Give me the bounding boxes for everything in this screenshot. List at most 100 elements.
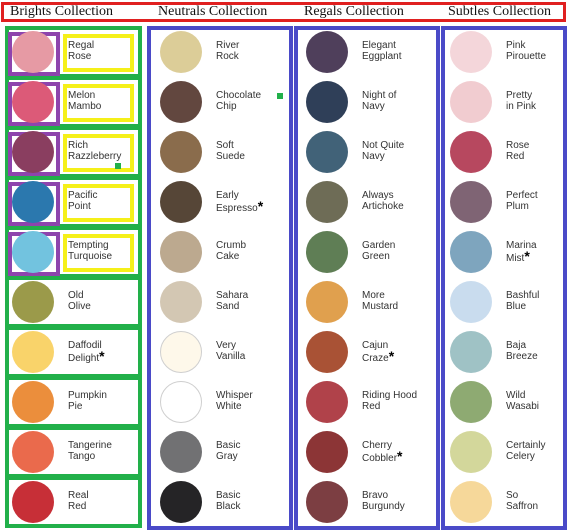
- green-marker: [277, 93, 283, 99]
- color-swatch-item: Night of Navy: [304, 78, 434, 128]
- color-swatch-item: Elegant Eggplant: [304, 28, 434, 78]
- color-name: Melon Mambo: [68, 90, 102, 112]
- color-name: Pacific Point: [68, 190, 98, 212]
- very-vanilla-swatch: [160, 331, 202, 373]
- color-swatch-item: Whisper White: [158, 378, 288, 428]
- color-swatch-item: Always Artichoke: [304, 178, 434, 228]
- garden-green-swatch: [306, 231, 348, 273]
- asterisk-icon: *: [388, 348, 395, 364]
- color-name: Riding Hood Red: [362, 390, 418, 412]
- color-swatch-item: Certainly Celery: [448, 428, 573, 478]
- bashful-blue-swatch: [450, 281, 492, 323]
- color-swatch-item: Melon Mambo: [10, 78, 140, 128]
- neutrals-title: Neutrals Collection: [158, 4, 268, 19]
- color-swatch-item: Baja Breeze: [448, 328, 573, 378]
- not-quite-navy-swatch: [306, 131, 348, 173]
- color-name: More Mustard: [362, 290, 399, 312]
- elegant-eggplant-swatch: [306, 31, 348, 73]
- color-swatch-item: Tangerine Tango: [10, 428, 140, 478]
- marina-mist-swatch: [450, 231, 492, 273]
- basic-black-swatch: [160, 481, 202, 523]
- so-saffron-swatch: [450, 481, 492, 523]
- tempting-turquoise-swatch: [12, 231, 54, 273]
- green-marker: [115, 163, 121, 169]
- color-name: Old Olive: [68, 290, 91, 312]
- cherry-cobbler-swatch: [306, 431, 348, 473]
- color-name: Rose Red: [506, 140, 530, 162]
- color-name: Garden Green: [362, 240, 396, 262]
- tangerine-tango-swatch: [12, 431, 54, 473]
- color-swatch-item: Basic Black: [158, 478, 288, 528]
- color-name: Elegant Eggplant: [362, 40, 402, 62]
- color-name: Soft Suede: [216, 140, 245, 162]
- color-swatch-item: Wild Wasabi: [448, 378, 573, 428]
- color-swatch-item: So Saffron: [448, 478, 573, 528]
- asterisk-icon: *: [524, 248, 530, 264]
- color-name: Crumb Cake: [216, 240, 247, 262]
- daffodil-delight-swatch: [12, 331, 54, 373]
- more-mustard-swatch: [306, 281, 348, 323]
- wild-wasabi-swatch: [450, 381, 492, 423]
- color-name: Pumpkin Pie: [68, 390, 107, 412]
- color-name: River Rock: [216, 40, 240, 62]
- color-name: Cherry Cobbler*: [362, 440, 403, 464]
- color-swatch-item: Old Olive: [10, 278, 140, 328]
- river-rock-swatch: [160, 31, 202, 73]
- night-of-navy-swatch: [306, 81, 348, 123]
- color-name: Chocolate Chip: [216, 90, 262, 112]
- color-name: Rich Razzleberry: [68, 140, 122, 162]
- color-name: Marina Mist*: [506, 240, 537, 264]
- color-swatch-item: Cherry Cobbler*: [304, 428, 434, 478]
- color-swatch-item: Rich Razzleberry: [10, 128, 140, 178]
- color-swatch-item: Pacific Point: [10, 178, 140, 228]
- color-name: Pretty in Pink: [506, 90, 537, 112]
- rose-red-swatch: [450, 131, 492, 173]
- color-name: Certainly Celery: [506, 440, 546, 462]
- color-swatch-item: Not Quite Navy: [304, 128, 434, 178]
- color-name: Always Artichoke: [362, 190, 404, 212]
- color-name: Wild Wasabi: [506, 390, 539, 412]
- color-swatch-item: Pumpkin Pie: [10, 378, 140, 428]
- color-swatch-item: Marina Mist*: [448, 228, 573, 278]
- color-name: Tempting Turquoise: [68, 240, 113, 262]
- color-swatch-item: More Mustard: [304, 278, 434, 328]
- baja-breeze-swatch: [450, 331, 492, 373]
- color-name: Basic Black: [216, 490, 241, 512]
- whisper-white-swatch: [160, 381, 202, 423]
- asterisk-icon: *: [257, 198, 264, 214]
- color-name: Cajun Craze*: [362, 340, 395, 364]
- pretty-in-pink-swatch: [450, 81, 492, 123]
- color-swatch-item: River Rock: [158, 28, 288, 78]
- cajun-craze-swatch: [306, 331, 348, 373]
- color-name: Pink Pirouette: [506, 40, 547, 62]
- color-name: Perfect Plum: [506, 190, 538, 212]
- color-swatch-item: Chocolate Chip: [158, 78, 288, 128]
- color-name: Very Vanilla: [216, 340, 246, 362]
- asterisk-icon: *: [99, 348, 105, 364]
- brights-title: Brights Collection: [10, 4, 114, 19]
- color-name: Early Espresso*: [216, 190, 264, 214]
- pink-pirouette-swatch: [450, 31, 492, 73]
- riding-hood-red-swatch: [306, 381, 348, 423]
- color-name: Bravo Burgundy: [362, 490, 405, 512]
- color-name: Tangerine Tango: [68, 440, 112, 462]
- color-swatch-item: Sahara Sand: [158, 278, 288, 328]
- color-swatch-item: Pink Pirouette: [448, 28, 573, 78]
- color-name: So Saffron: [506, 490, 539, 512]
- chocolate-chip-swatch: [160, 81, 202, 123]
- color-name: Night of Navy: [362, 90, 397, 112]
- asterisk-icon: *: [397, 448, 403, 464]
- color-swatch-item: Riding Hood Red: [304, 378, 434, 428]
- color-swatch-item: Bashful Blue: [448, 278, 573, 328]
- color-swatch-item: Soft Suede: [158, 128, 288, 178]
- pacific-point-swatch: [12, 181, 54, 223]
- basic-gray-swatch: [160, 431, 202, 473]
- color-name: Basic Gray: [216, 440, 241, 462]
- color-swatch-item: Real Red: [10, 478, 140, 528]
- sahara-sand-swatch: [160, 281, 202, 323]
- color-swatch-item: Basic Gray: [158, 428, 288, 478]
- perfect-plum-swatch: [450, 181, 492, 223]
- soft-suede-swatch: [160, 131, 202, 173]
- color-swatch-item: Regal Rose: [10, 28, 140, 78]
- subtles-title: Subtles Collection: [448, 4, 552, 19]
